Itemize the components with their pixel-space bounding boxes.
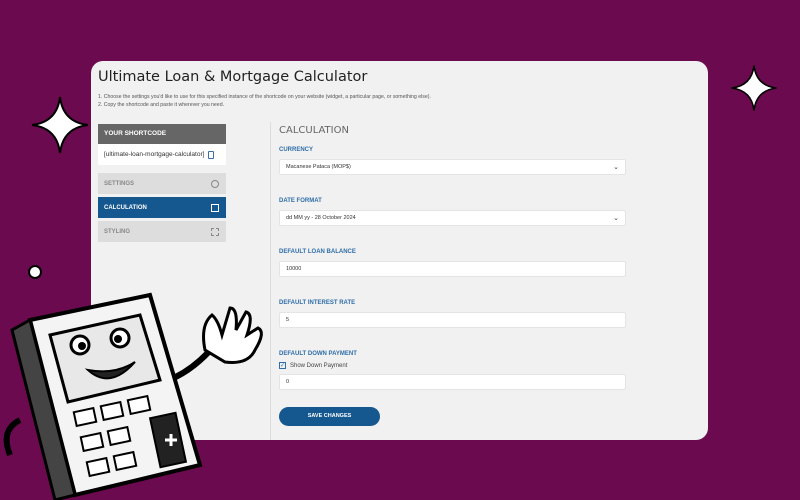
circle-decoration [28,265,42,279]
sidebar-item-label: SETTINGS [104,180,135,187]
currency-label: CURRENCY [279,147,314,153]
loan-balance-label: DEFAULT LOAN BALANCE [279,249,356,255]
date-format-label: DATE FORMAT [279,198,322,204]
interest-rate-label: DEFAULT INTEREST RATE [279,300,356,306]
chevron-down-icon: ⌄ [613,215,619,222]
grid-icon [211,227,219,236]
down-payment-label: DEFAULT DOWN PAYMENT [279,351,357,357]
calculator-icon [211,203,219,212]
save-button[interactable]: SAVE CHANGES [279,407,380,426]
shortcode-value: [ultimate-loan-mortgage-calculator] [104,151,205,158]
section-title: CALCULATION [279,125,349,136]
calculation-form: CALCULATION CURRENCY Macanese Pataca (MO… [279,125,626,426]
shortcode-header: YOUR SHORTCODE [98,124,226,144]
loan-balance-input[interactable]: 10000 [279,261,626,277]
instruction-line: 1. Choose the settings you'd like to use… [98,94,431,100]
calculator-mascot-illustration [3,292,263,500]
gear-icon [211,179,219,188]
instructions: 1. Choose the settings you'd like to use… [98,94,431,109]
sparkle-icon [731,65,777,111]
page-title: Ultimate Loan & Mortgage Calculator [98,69,368,85]
sidebar-item-label: STYLING [104,228,131,235]
sparkle-icon [31,96,89,154]
checkbox-label: Show Down Payment [290,362,348,369]
shortcode-box[interactable]: [ultimate-loan-mortgage-calculator] [98,144,226,165]
instruction-line: 2. Copy the shortcode and paste it where… [98,101,225,108]
sidebar-item-settings[interactable]: SETTINGS [98,173,226,194]
interest-rate-input[interactable]: 5 [279,312,626,328]
loan-balance-value: 10000 [286,266,302,272]
currency-select[interactable]: Macanese Pataca (MOP$) ⌄ [279,159,626,175]
sidebar-item-styling[interactable]: STYLING [98,221,226,242]
sidebar-item-calculation[interactable]: CALCULATION [98,197,226,218]
copy-icon[interactable] [208,150,215,159]
date-format-select[interactable]: dd MM yy - 28 October 2024 ⌄ [279,210,626,226]
currency-value: Macanese Pataca (MOP$) [286,164,351,170]
date-format-value: dd MM yy - 28 October 2024 [286,215,356,221]
down-payment-input[interactable]: 0 [279,374,626,390]
chevron-down-icon: ⌄ [613,164,619,171]
sidebar: YOUR SHORTCODE [ultimate-loan-mortgage-c… [98,124,226,242]
sidebar-item-label: CALCULATION [104,204,147,211]
